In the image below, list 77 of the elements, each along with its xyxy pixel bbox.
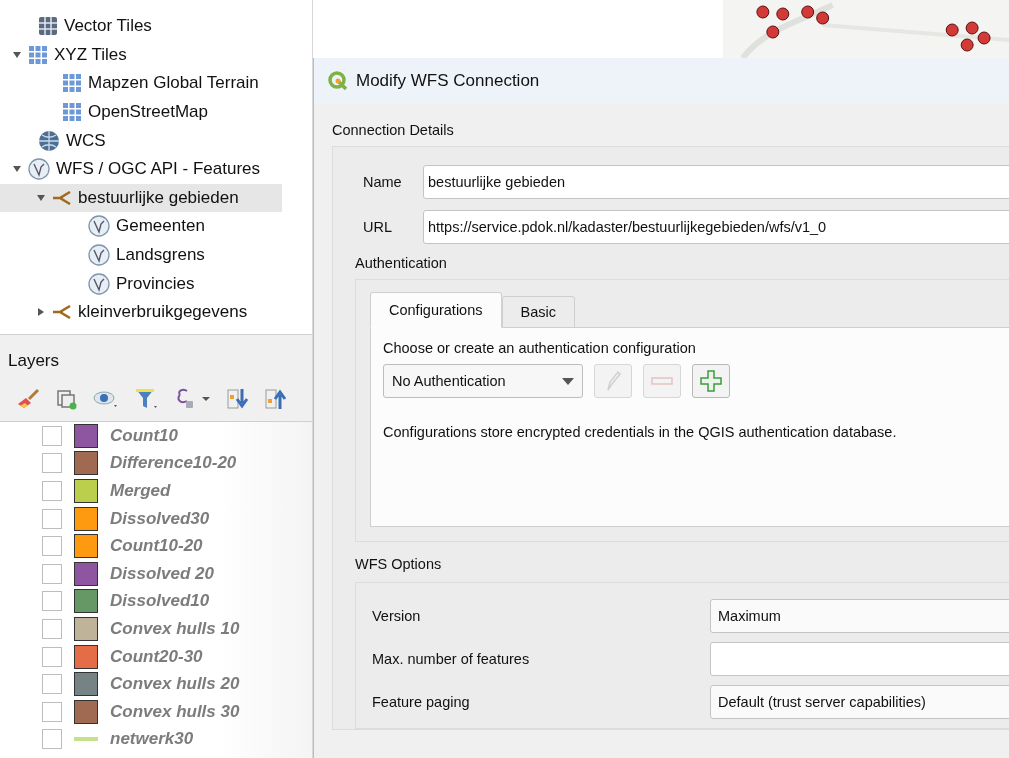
option-select[interactable]: Default (trust server capabilities): [710, 685, 1009, 719]
connector-icon: [52, 305, 72, 320]
vector-tiles-icon: [38, 16, 58, 37]
tree-item-label[interactable]: WCS: [66, 130, 106, 151]
option-input-field[interactable]: [710, 642, 1009, 676]
tree-item-label[interactable]: OpenStreetMap: [88, 102, 208, 123]
layer-checkbox[interactable]: [42, 563, 62, 584]
option-label: Feature paging: [372, 694, 471, 710]
layer-checkbox[interactable]: [42, 674, 62, 695]
layer-checkbox[interactable]: [42, 453, 62, 474]
pencil-icon: [604, 370, 622, 392]
layer-name[interactable]: netwerk30: [110, 729, 194, 750]
tree-item-label[interactable]: Vector Tiles: [64, 16, 152, 37]
dropdown-caret-icon: [562, 377, 574, 385]
layer-name[interactable]: Merged: [110, 481, 171, 501]
tab[interactable]: Basic: [501, 296, 575, 328]
grid-icon: [62, 73, 82, 94]
layer-name[interactable]: Count10-20: [110, 536, 203, 557]
layer-checkbox[interactable]: [42, 701, 62, 722]
plus-icon: [700, 370, 722, 392]
layer-name[interactable]: Dissolved30: [110, 508, 210, 529]
add-group-icon[interactable]: [54, 387, 78, 411]
eye-icon[interactable]: [92, 388, 120, 410]
tree-item-label[interactable]: Landsgrens: [116, 245, 205, 266]
tree-item-label[interactable]: bestuurlijke gebieden: [78, 187, 239, 208]
layer-name[interactable]: Convex hulls 10: [110, 618, 240, 639]
connector-icon: [52, 190, 72, 205]
panel-title: Layers: [7, 350, 61, 372]
layer-checkbox[interactable]: [42, 425, 62, 446]
expression-icon[interactable]: [174, 387, 212, 411]
option-label: Version: [372, 608, 422, 624]
tree-item-label[interactable]: Provincies: [116, 273, 195, 294]
url-field[interactable]: https://service.pdok.nl/kadaster/bestuurlijkegebieden/wfs/v1_0: [423, 210, 1009, 244]
option-label: Max. number of features: [372, 651, 531, 667]
expand-arrow-icon[interactable]: [12, 49, 22, 60]
layer-checkbox[interactable]: [42, 618, 62, 639]
layer-checkbox[interactable]: [42, 646, 62, 667]
add-button[interactable]: [692, 364, 730, 398]
tree-item-label[interactable]: Mapzen Global Terrain: [88, 73, 259, 94]
grid-icon: [62, 102, 82, 123]
tree-item-label[interactable]: kleinverbruikgegevens: [78, 302, 248, 323]
layer-checkbox[interactable]: [42, 481, 62, 501]
filter-icon[interactable]: [134, 387, 160, 411]
minus-icon: [651, 376, 673, 386]
tree-item-label[interactable]: WFS / OGC API - Features: [56, 159, 261, 180]
move-down-icon[interactable]: [226, 387, 250, 411]
layer-checkbox[interactable]: [42, 591, 62, 612]
layer-checkbox[interactable]: [42, 729, 62, 750]
layer-checkbox[interactable]: [42, 536, 62, 557]
expand-arrow-icon[interactable]: [36, 307, 46, 318]
tree-item-label[interactable]: Gemeenten: [116, 216, 205, 237]
expand-arrow-icon[interactable]: [36, 192, 46, 203]
layer-name[interactable]: Convex hulls 20: [110, 674, 240, 695]
move-up-icon[interactable]: [264, 387, 288, 411]
option-select[interactable]: Maximum: [710, 599, 1009, 633]
config-select[interactable]: No Authentication: [383, 364, 583, 398]
app-logo-icon: [328, 71, 348, 91]
layer-checkbox[interactable]: [42, 508, 62, 529]
layer-name[interactable]: Difference10-20: [110, 453, 237, 474]
tab[interactable]: Configurations: [370, 292, 502, 328]
prompt-text: Choose or create an authentication configuration: [383, 340, 697, 356]
layer-name[interactable]: Count10: [110, 425, 178, 446]
tree-item-label[interactable]: XYZ Tiles: [54, 44, 127, 65]
info-text: Configurations store encrypted credentials in the QGIS authentication database.: [383, 424, 898, 440]
window-title: Modify WFS Connection: [356, 71, 540, 91]
layer-name[interactable]: Dissolved10: [110, 591, 210, 612]
brush-icon[interactable]: [16, 388, 40, 410]
grid-icon: [28, 44, 48, 65]
layer-name[interactable]: Count20-30: [110, 646, 203, 667]
field-label: URL: [363, 219, 393, 235]
section-title: Authentication: [355, 255, 448, 271]
layer-name[interactable]: Convex hulls 30: [110, 701, 240, 722]
field-label: Name: [363, 174, 403, 190]
name-field[interactable]: bestuurlijke gebieden: [423, 165, 1009, 199]
section-title: Connection Details: [332, 122, 455, 138]
layer-name[interactable]: Dissolved 20: [110, 563, 214, 584]
section-title: WFS Options: [355, 556, 443, 572]
